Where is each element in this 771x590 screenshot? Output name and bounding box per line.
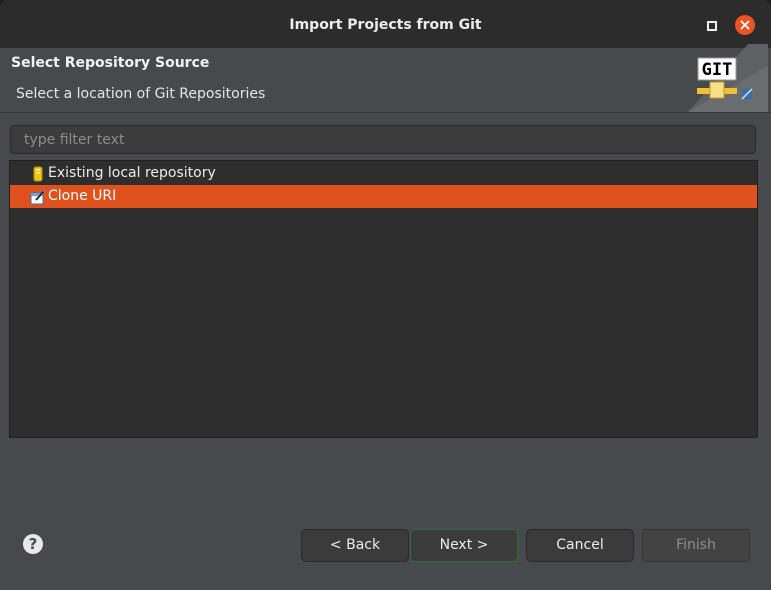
next-button[interactable]: Next > xyxy=(410,529,518,562)
git-banner-icon: GIT xyxy=(688,44,768,112)
repository-icon xyxy=(30,166,46,182)
cancel-button[interactable]: Cancel xyxy=(526,529,634,562)
filter-input[interactable] xyxy=(11,126,755,153)
window-title: Import Projects from Git xyxy=(289,17,482,33)
repository-source-tree[interactable]: Existing local repository Clone URI xyxy=(9,160,758,438)
wizard-header: Select Repository Source Select a locati… xyxy=(0,48,771,112)
clone-uri-icon xyxy=(30,189,46,205)
import-dialog: Import Projects from Git Select Reposito… xyxy=(0,0,771,590)
git-banner-text: GIT xyxy=(702,60,733,80)
tree-item-existing-local-repository[interactable]: Existing local repository xyxy=(10,162,757,185)
close-icon xyxy=(740,20,750,30)
header-divider xyxy=(0,112,771,113)
close-button[interactable] xyxy=(735,15,755,35)
finish-button[interactable]: Finish xyxy=(642,529,750,562)
back-button[interactable]: < Back xyxy=(301,529,409,562)
maximize-icon xyxy=(707,21,717,31)
page-title: Select Repository Source xyxy=(11,55,210,71)
help-icon[interactable]: ? xyxy=(23,534,43,554)
filter-field[interactable] xyxy=(10,125,756,154)
tree-item-clone-uri[interactable]: Clone URI xyxy=(10,185,757,208)
tree-item-label: Clone URI xyxy=(48,188,117,204)
tree-item-label: Existing local repository xyxy=(48,165,216,181)
title-bar[interactable]: Import Projects from Git xyxy=(0,0,771,48)
maximize-button[interactable] xyxy=(702,16,720,34)
page-description: Select a location of Git Repositories xyxy=(16,86,266,102)
